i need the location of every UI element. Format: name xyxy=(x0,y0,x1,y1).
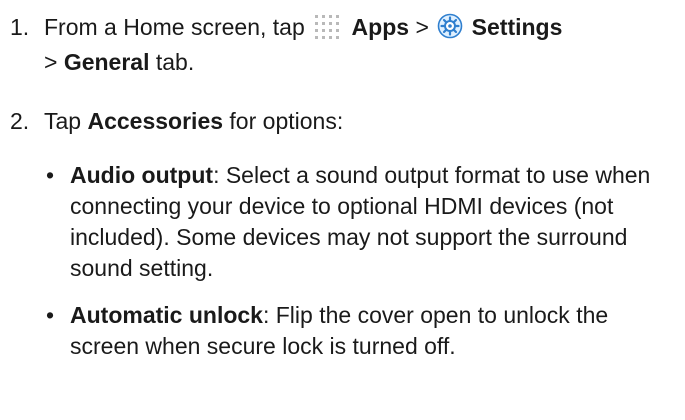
bullet-marker: • xyxy=(46,302,55,328)
general-tab-label: General xyxy=(63,49,150,75)
step-number: 1. xyxy=(10,14,30,40)
instruction-page: 1. From a Home screen, tap Apps > Settin… xyxy=(0,0,685,420)
step-text-part: for options: xyxy=(229,108,344,134)
step-2: 2. Tap Accessories for options: xyxy=(10,106,677,137)
accessories-label: Accessories xyxy=(87,108,224,134)
list-item: • Audio output: Select a sound output fo… xyxy=(44,160,677,284)
step-1: 1. From a Home screen, tap Apps > Settin… xyxy=(10,12,677,78)
option-term: Automatic unlock xyxy=(70,302,263,328)
settings-gear-icon xyxy=(437,13,463,47)
bullet-marker: • xyxy=(46,162,55,188)
separator: > xyxy=(44,49,58,75)
apps-grid-icon xyxy=(313,13,343,47)
separator: > xyxy=(415,14,429,40)
apps-label: Apps xyxy=(351,14,410,40)
step-text: From a Home screen, tap Apps > Settings … xyxy=(44,12,677,78)
step-text: Tap Accessories for options: xyxy=(44,106,677,137)
step-text-part: Tap xyxy=(44,108,82,134)
step-number: 2. xyxy=(10,108,30,134)
list-item: • Automatic unlock: Flip the cover open … xyxy=(44,300,677,362)
step-text-part: tab. xyxy=(155,49,195,75)
option-term: Audio output xyxy=(70,162,214,188)
options-list: • Audio output: Select a sound output fo… xyxy=(44,160,677,378)
step-text-part: From a Home screen, tap xyxy=(44,14,305,40)
settings-label: Settings xyxy=(471,14,563,40)
